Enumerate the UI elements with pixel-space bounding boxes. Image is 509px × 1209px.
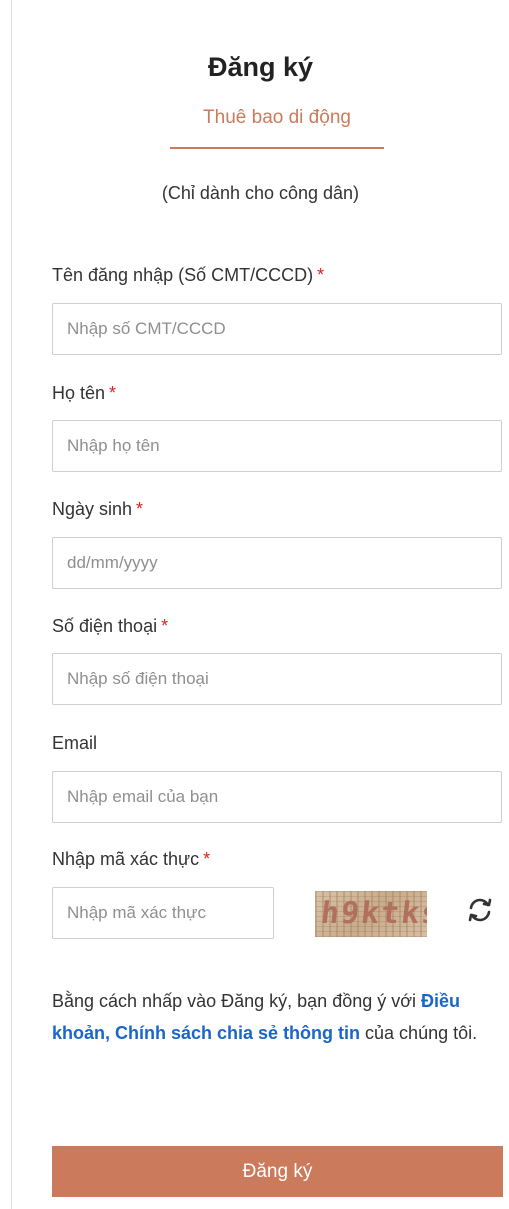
terms-prefix: Bằng cách nhấp vào Đăng ký, bạn đồng ý v… [52, 991, 422, 1011]
username-label: Tên đăng nhập (Số CMT/CCCD) * [52, 265, 324, 286]
email-label: Email [52, 733, 97, 754]
register-panel: Đăng ký Thuê bao di động (Chỉ dành cho c… [11, 0, 509, 1209]
captcha-image: h9ktks [315, 891, 427, 937]
required-marker: * [136, 499, 144, 519]
username-label-text: Tên đăng nhập (Số CMT/CCCD) [52, 265, 314, 285]
citizen-only-note: (Chỉ dành cho công dân) [161, 183, 360, 203]
captcha-label: Nhập mã xác thực * [52, 849, 210, 870]
fullname-input[interactable] [52, 420, 502, 472]
register-button[interactable]: Đăng ký [52, 1146, 503, 1197]
required-marker: * [161, 616, 169, 636]
fullname-label: Họ tên * [52, 383, 116, 404]
tab-mobile-subscriber[interactable]: Thuê bao di động [170, 107, 384, 129]
birthday-label-text: Ngày sinh [52, 499, 133, 519]
phone-label-text: Số điện thoại [52, 616, 158, 636]
refresh-icon-glyph [468, 898, 492, 922]
required-marker: * [109, 383, 117, 403]
required-marker: * [203, 849, 211, 869]
page-title: Đăng ký [207, 52, 314, 82]
birthday-label: Ngày sinh * [52, 499, 143, 520]
phone-input[interactable] [52, 653, 502, 705]
phone-label: Số điện thoại * [52, 616, 168, 637]
captcha-label-text: Nhập mã xác thực [52, 849, 200, 869]
fullname-label-text: Họ tên [52, 383, 106, 403]
terms-suffix: của chúng tôi. [360, 1023, 478, 1043]
username-input[interactable] [52, 303, 502, 355]
tab-active-underline [170, 147, 384, 149]
refresh-icon[interactable] [464, 894, 496, 926]
birthday-input[interactable] [52, 537, 502, 589]
captcha-input[interactable] [52, 887, 274, 939]
captcha-image-text: h9ktks [319, 896, 427, 931]
email-label-text: Email [52, 733, 98, 753]
required-marker: * [317, 265, 325, 285]
terms-text: Bằng cách nhấp vào Đăng ký, bạn đồng ý v… [52, 985, 507, 1049]
email-input[interactable] [52, 771, 502, 823]
